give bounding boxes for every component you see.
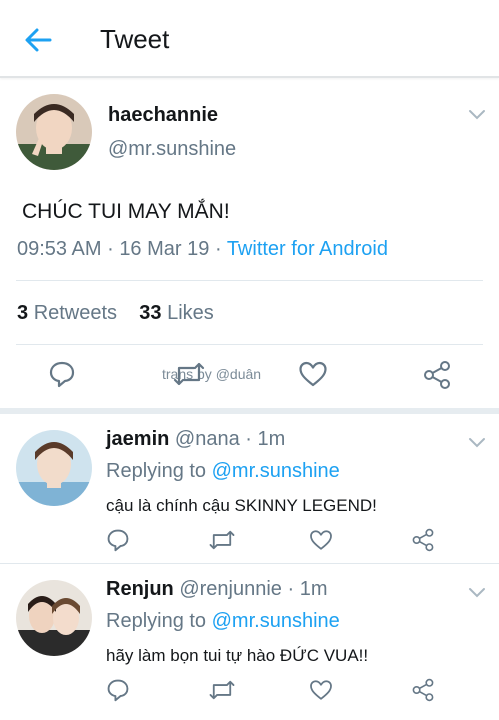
replying-to: Replying to @mr.sunshine <box>106 610 340 633</box>
display-name[interactable]: Renjun <box>106 578 174 600</box>
tweet-source-link[interactable]: Twitter for Android <box>227 238 388 260</box>
reply-icon[interactable] <box>106 528 130 552</box>
reply-tweet[interactable]: Renjun @renjunnie · 1m Replying to @mr.s… <box>0 563 499 718</box>
share-icon[interactable] <box>422 360 452 390</box>
tweet-date: 16 Mar 19 <box>119 238 210 260</box>
reply-text: hãy làm bọn tui tự hào ĐỨC VUA!! <box>106 646 369 665</box>
tweet-time: 09:53 AM <box>17 238 102 260</box>
display-name[interactable]: haechannie <box>108 104 218 127</box>
like-heart-icon[interactable] <box>309 528 333 552</box>
reply-tweet[interactable]: jaemin @nana · 1m Replying to @mr.sunshi… <box>0 408 499 563</box>
chevron-down-icon[interactable] <box>468 586 486 598</box>
tweet-text: CHÚC TUI MAY MẮN! <box>22 200 230 223</box>
likes-label: Likes <box>167 302 214 324</box>
divider <box>16 344 483 345</box>
mention-link[interactable]: @mr.sunshine <box>212 610 340 632</box>
user-handle[interactable]: @renjunnie <box>179 578 282 600</box>
divider <box>16 280 483 281</box>
chevron-down-icon[interactable] <box>468 108 486 120</box>
likes-stat[interactable]: 33 Likes <box>139 302 214 324</box>
reply-time: 1m <box>299 578 328 600</box>
replying-label: Replying to <box>106 460 207 482</box>
retweet-icon[interactable] <box>208 528 236 552</box>
mention-link[interactable]: @mr.sunshine <box>212 460 340 482</box>
tweet-timestamp: 09:53 AM · 16 Mar 19 · Twitter for Andro… <box>17 238 388 261</box>
share-icon[interactable] <box>411 678 435 702</box>
like-heart-icon[interactable] <box>298 360 328 388</box>
separator: · <box>214 238 222 260</box>
replying-label: Replying to <box>106 610 207 632</box>
reply-header: jaemin @nana · 1m <box>106 428 286 450</box>
retweet-icon[interactable] <box>208 678 236 702</box>
translator-watermark: trans by @duân <box>162 366 262 382</box>
like-heart-icon[interactable] <box>309 678 333 702</box>
avatar[interactable] <box>16 94 92 170</box>
top-app-bar: Tweet <box>0 0 499 78</box>
page-title: Tweet <box>100 24 170 54</box>
user-handle[interactable]: @nana <box>175 428 240 450</box>
reply-icon[interactable] <box>48 360 76 388</box>
display-name[interactable]: jaemin <box>106 428 169 450</box>
tweet-stats: 3 Retweets 33 Likes <box>17 302 214 325</box>
reply-time: 1m <box>257 428 286 450</box>
replying-to: Replying to @mr.sunshine <box>106 460 340 483</box>
main-tweet: haechannie @mr.sunshine CHÚC TUI MAY MẮN… <box>0 80 499 408</box>
retweets-label: Retweets <box>33 302 118 324</box>
likes-count: 33 <box>139 302 162 324</box>
arrow-left-icon[interactable] <box>20 24 56 56</box>
reply-icon[interactable] <box>106 678 130 702</box>
reply-header: Renjun @renjunnie · 1m <box>106 578 328 600</box>
retweets-count: 3 <box>17 302 29 324</box>
avatar[interactable] <box>16 580 92 656</box>
chevron-down-icon[interactable] <box>468 436 486 448</box>
share-icon[interactable] <box>411 528 435 552</box>
separator: · <box>107 238 114 260</box>
reply-text: cậu là chính cậu SKINNY LEGEND! <box>106 496 377 515</box>
user-handle[interactable]: @mr.sunshine <box>108 138 236 161</box>
avatar[interactable] <box>16 430 92 506</box>
retweets-stat[interactable]: 3 Retweets <box>17 302 117 324</box>
